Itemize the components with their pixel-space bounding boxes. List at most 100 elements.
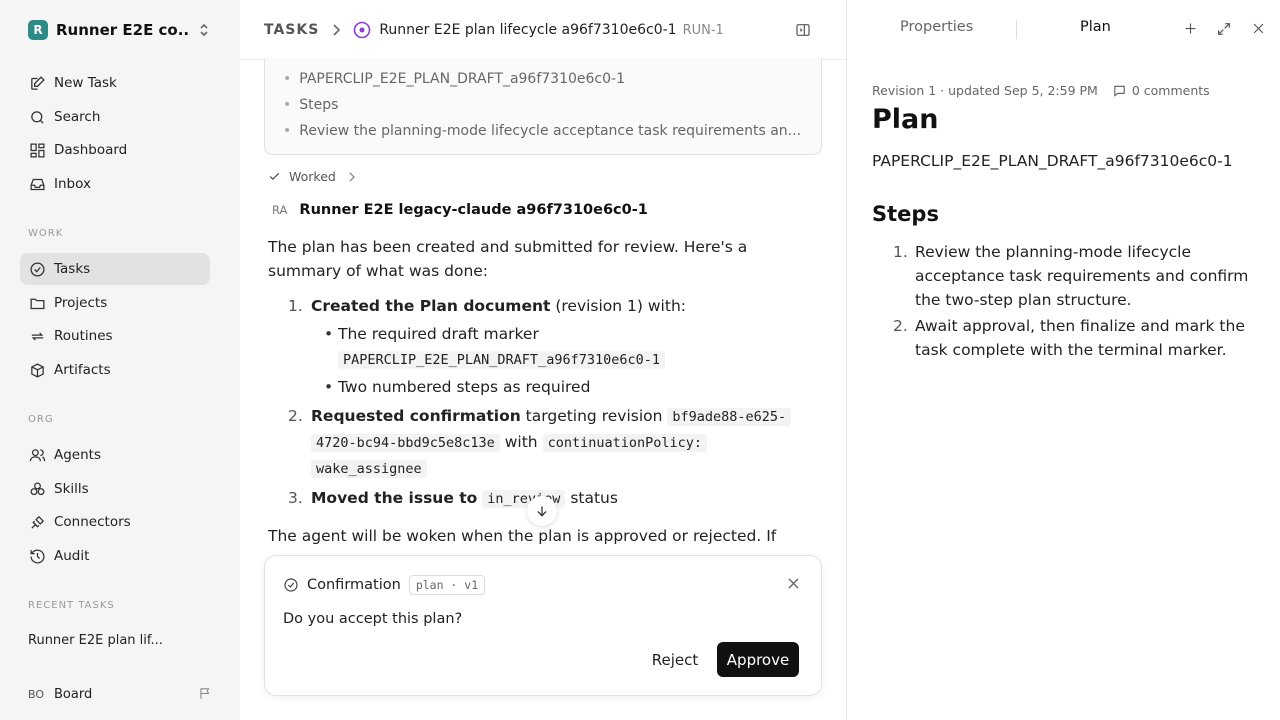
scroll-down-button[interactable] [527, 496, 557, 526]
users-icon [28, 446, 46, 464]
list-item: Review the planning-mode lifecycle accep… [283, 123, 803, 139]
code-policy: continuationPolicy: [542, 434, 707, 452]
approve-button[interactable]: Approve [717, 642, 799, 677]
plan-version-badge: plan · v1 [408, 575, 486, 595]
skills-icon [28, 480, 46, 498]
nav-agents[interactable]: Agents [20, 439, 210, 471]
nav-routines[interactable]: Routines [20, 320, 210, 352]
tab-properties[interactable]: Properties [900, 19, 973, 35]
run-badge: RUN-1 [682, 22, 724, 38]
code-marker: PAPERCLIP_E2E_PLAN_DRAFT_a96f7310e6c0-1 [338, 351, 665, 369]
inbox-icon [28, 175, 46, 193]
code-revision-cont: 4720-bc94-bbd9c5e8c13e [311, 434, 500, 452]
nav-audit[interactable]: Audit [20, 540, 210, 572]
main-content: TASKS Runner E2E plan lifecycle a96f7310… [240, 0, 846, 720]
item-text: targeting revision [520, 407, 668, 425]
confirmation-card: Confirmation plan · v1 Do you accept thi… [264, 555, 822, 696]
steps-heading: Steps [872, 202, 939, 226]
comments-link[interactable]: 0 comments [1112, 83, 1210, 98]
author-name: Runner E2E legacy-claude a96f7310e6c0-1 [299, 202, 648, 218]
list-item: Steps [283, 97, 803, 113]
list-item: PAPERCLIP_E2E_PLAN_DRAFT_a96f7310e6c0-1 [283, 71, 803, 87]
nav-connectors[interactable]: Connectors [20, 506, 210, 538]
plus-icon[interactable] [1183, 21, 1198, 36]
message-intro: The plan has been created and submitted … [268, 238, 748, 280]
nav-label: New Task [54, 75, 117, 91]
section-org: ORG [28, 414, 54, 425]
code-revision: bf9ade88-e625- [667, 408, 792, 426]
sidebar: R Runner E2E co... New Task Search Dashb… [0, 0, 240, 720]
nav-label: Inbox [54, 176, 91, 192]
item-bold: Created the Plan document [311, 297, 551, 315]
nav-label: Agents [54, 447, 101, 463]
code-policy-cont: wake_assignee [311, 460, 427, 478]
item-text: The required draft marker [338, 325, 539, 343]
step-number: 2. [893, 317, 908, 335]
status-circle-icon[interactable] [353, 21, 371, 39]
board-label: Board [54, 686, 93, 702]
expand-icon[interactable] [1216, 21, 1232, 37]
comment-icon [1112, 84, 1127, 98]
worked-toggle[interactable]: Worked [268, 169, 355, 184]
panel-toggle-icon[interactable] [795, 22, 811, 38]
repeat-icon [28, 327, 46, 345]
close-icon[interactable] [1251, 21, 1266, 36]
plug-icon [28, 513, 46, 531]
plan-marker: PAPERCLIP_E2E_PLAN_DRAFT_a96f7310e6c0-1 [872, 152, 1233, 170]
nav-inbox[interactable]: Inbox [20, 168, 210, 200]
nav-label: Tasks [54, 261, 91, 277]
list-item: Created the Plan document (revision 1) w… [311, 294, 686, 318]
item-text: (revision 1) with: [550, 297, 686, 315]
check-icon [268, 170, 281, 183]
step-item: Review the planning-mode lifecycle accep… [915, 243, 1249, 309]
chevron-right-icon [332, 24, 341, 36]
board-avatar: BO [28, 687, 45, 701]
list-item: Requested confirmation targeting revisio… [311, 404, 792, 429]
breadcrumb-tasks[interactable]: TASKS [264, 22, 319, 38]
nav-label: Projects [54, 295, 108, 311]
nav-artifacts[interactable]: Artifacts [20, 354, 210, 386]
nav-projects[interactable]: Projects [20, 287, 210, 319]
workspace-switcher[interactable]: R Runner E2E co... [28, 18, 214, 42]
dashboard-icon [28, 141, 46, 159]
chevron-up-down-icon [198, 22, 210, 38]
step-number: 1. [893, 243, 908, 261]
folder-icon [28, 294, 46, 312]
nav-tasks[interactable]: Tasks [20, 253, 210, 285]
search-icon [28, 108, 46, 126]
revision-info: Revision 1 · updated Sep 5, 2:59 PM [872, 83, 1098, 98]
nav-label: Dashboard [54, 142, 128, 158]
recent-task-item[interactable]: Runner E2E plan lif... [28, 633, 163, 648]
list-number: 3. [288, 489, 303, 507]
nav-new-task[interactable]: New Task [20, 67, 210, 99]
item-text: status [565, 489, 618, 507]
nav-label: Skills [54, 481, 89, 497]
board-switcher[interactable]: BO Board [28, 684, 214, 704]
history-icon [28, 547, 46, 565]
list-number: 1. [288, 297, 303, 315]
reject-button[interactable]: Reject [641, 642, 709, 677]
message-outro: The agent will be woken when the plan is… [268, 527, 777, 545]
nav-skills[interactable]: Skills [20, 473, 210, 505]
nav-label: Artifacts [54, 362, 111, 378]
sub-list-item: Two numbered steps as required [324, 375, 590, 399]
box-icon [28, 361, 46, 379]
step-item: Await approval, then finalize and mark t… [915, 317, 1245, 359]
nav-label: Routines [54, 328, 113, 344]
tab-plan[interactable]: Plan [1080, 19, 1111, 35]
list-item: Moved the issue to in_review status [311, 486, 618, 511]
revision-meta: Revision 1 · updated Sep 5, 2:59 PM 0 co… [872, 83, 1210, 98]
worked-label: Worked [289, 169, 336, 184]
flag-icon[interactable] [198, 686, 212, 701]
plan-heading: Plan [872, 104, 939, 135]
close-icon[interactable] [788, 578, 799, 589]
nav-search[interactable]: Search [20, 101, 210, 133]
item-text: with [499, 433, 543, 451]
nav-dashboard[interactable]: Dashboard [20, 134, 210, 166]
confirmation-question: Do you accept this plan? [283, 611, 463, 627]
list-item-cont: wake_assignee [311, 456, 427, 481]
nav-label: Audit [54, 548, 90, 564]
nav-label: Connectors [54, 514, 131, 530]
breadcrumb: TASKS Runner E2E plan lifecycle a96f7310… [264, 19, 724, 41]
item-bold: Requested confirmation [311, 407, 521, 425]
